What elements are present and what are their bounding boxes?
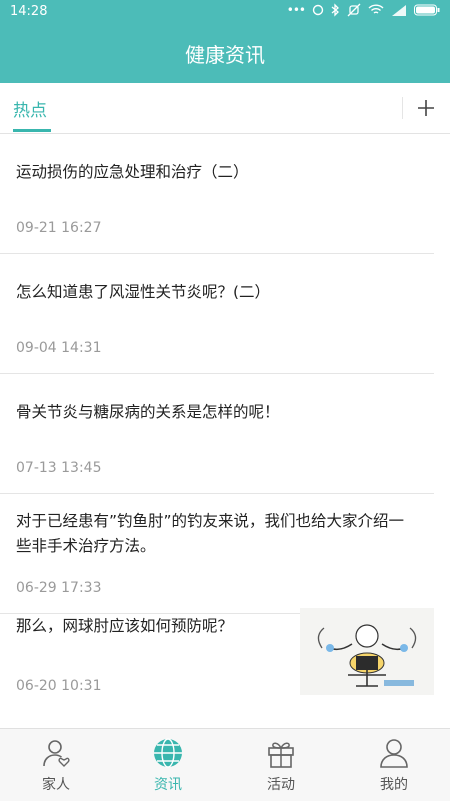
nav-item-family[interactable]: 家人 xyxy=(0,729,112,801)
nav-label: 资讯 xyxy=(154,777,182,793)
mute-icon xyxy=(347,3,361,17)
more-dots-icon: ••• xyxy=(286,3,306,17)
page-title: 健康资讯 xyxy=(185,43,265,67)
news-time: 09-04 14:31 xyxy=(16,340,102,356)
bottom-nav: 家人 资讯 活动 我的 xyxy=(0,728,450,801)
nav-item-activity[interactable]: 活动 xyxy=(225,729,337,801)
alarm-icon xyxy=(312,4,324,16)
nav-label: 活动 xyxy=(267,777,295,793)
app-header: 健康资讯 xyxy=(0,24,450,83)
news-time: 06-29 17:33 xyxy=(16,580,102,596)
tab-active-indicator xyxy=(13,129,51,132)
globe-icon xyxy=(154,738,182,768)
news-time: 09-21 16:27 xyxy=(16,220,102,236)
tab-hot[interactable]: 热点 xyxy=(13,96,47,121)
nav-item-news[interactable]: 资讯 xyxy=(112,729,224,801)
news-title: 运动损伤的应急处理和治疗（二） xyxy=(16,163,249,181)
nav-item-profile[interactable]: 我的 xyxy=(338,729,450,801)
news-list: 运动损伤的应急处理和治疗（二） 09-21 16:27 怎么知道患了风湿性关节炎… xyxy=(0,134,450,733)
nav-label: 我的 xyxy=(380,777,408,793)
category-tabbar: 热点 xyxy=(0,83,450,134)
profile-icon xyxy=(380,739,408,768)
signal-icon xyxy=(392,5,406,16)
status-bar: 14:28 ••• xyxy=(0,0,450,24)
news-item[interactable]: 对于已经患有”钓鱼肘”的钓友来说，我们也给大家介绍一些非手术治疗方法。 06-2… xyxy=(0,494,434,614)
status-icons: ••• xyxy=(287,3,440,17)
family-icon xyxy=(43,740,70,767)
news-item[interactable]: 怎么知道患了风湿性关节炎呢？(二） 09-04 14:31 xyxy=(0,254,434,374)
news-title: 那么，网球肘应该如何预防呢？ xyxy=(16,617,234,635)
gift-icon xyxy=(268,742,294,768)
tab-divider xyxy=(402,97,403,119)
news-thumbnail-exercise-illustration xyxy=(300,608,434,695)
wifi-icon xyxy=(368,4,384,14)
news-item[interactable]: 那么，网球肘应该如何预防呢？ 06-20 10:31 xyxy=(0,608,434,733)
news-time: 07-13 13:45 xyxy=(16,460,102,476)
news-item[interactable]: 骨关节炎与糖尿病的关系是怎样的呢！ 07-13 13:45 xyxy=(0,374,434,494)
news-title: 怎么知道患了风湿性关节炎呢？(二） xyxy=(16,283,271,301)
bluetooth-icon xyxy=(331,3,339,17)
news-title: 对于已经患有”钓鱼肘”的钓友来说，我们也给大家介绍一些非手术治疗方法。 xyxy=(16,512,405,555)
news-item[interactable]: 运动损伤的应急处理和治疗（二） 09-21 16:27 xyxy=(0,134,434,254)
news-time: 06-20 10:31 xyxy=(16,678,102,694)
nav-label: 家人 xyxy=(42,777,70,793)
status-time: 14:28 xyxy=(10,4,48,19)
battery-icon xyxy=(414,4,440,16)
add-category-button[interactable] xyxy=(410,93,442,123)
news-title: 骨关节炎与糖尿病的关系是怎样的呢！ xyxy=(16,403,280,421)
plus-icon xyxy=(418,100,434,116)
